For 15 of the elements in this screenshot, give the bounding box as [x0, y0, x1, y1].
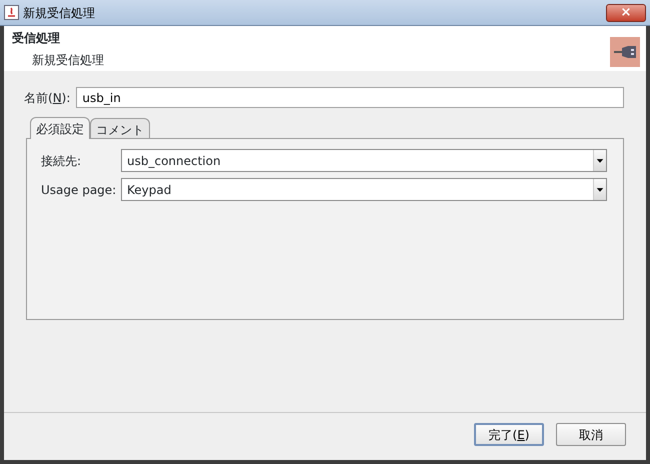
header-subtitle: 新規受信処理 — [31, 52, 104, 69]
field-label: Usage page: — [41, 182, 118, 198]
header-title: 受信処理 — [12, 30, 61, 47]
name-field[interactable]: usb_in — [76, 87, 624, 108]
window-title: 新規受信処理 — [23, 4, 95, 22]
dialog-button[interactable]: 完了(E) — [474, 423, 544, 446]
field-label: 接続先: — [41, 152, 82, 170]
tab[interactable]: コメント — [90, 118, 150, 138]
usb-plug-icon — [610, 37, 640, 67]
tab[interactable]: 必須設定 — [30, 117, 90, 139]
name-label: 名前(N): — [24, 90, 70, 106]
app-icon — [4, 5, 19, 20]
dialog-button[interactable]: 取消 — [556, 423, 626, 446]
dropdown[interactable]: Keypad — [121, 178, 607, 201]
dropdown[interactable]: usb_connection — [121, 149, 607, 172]
